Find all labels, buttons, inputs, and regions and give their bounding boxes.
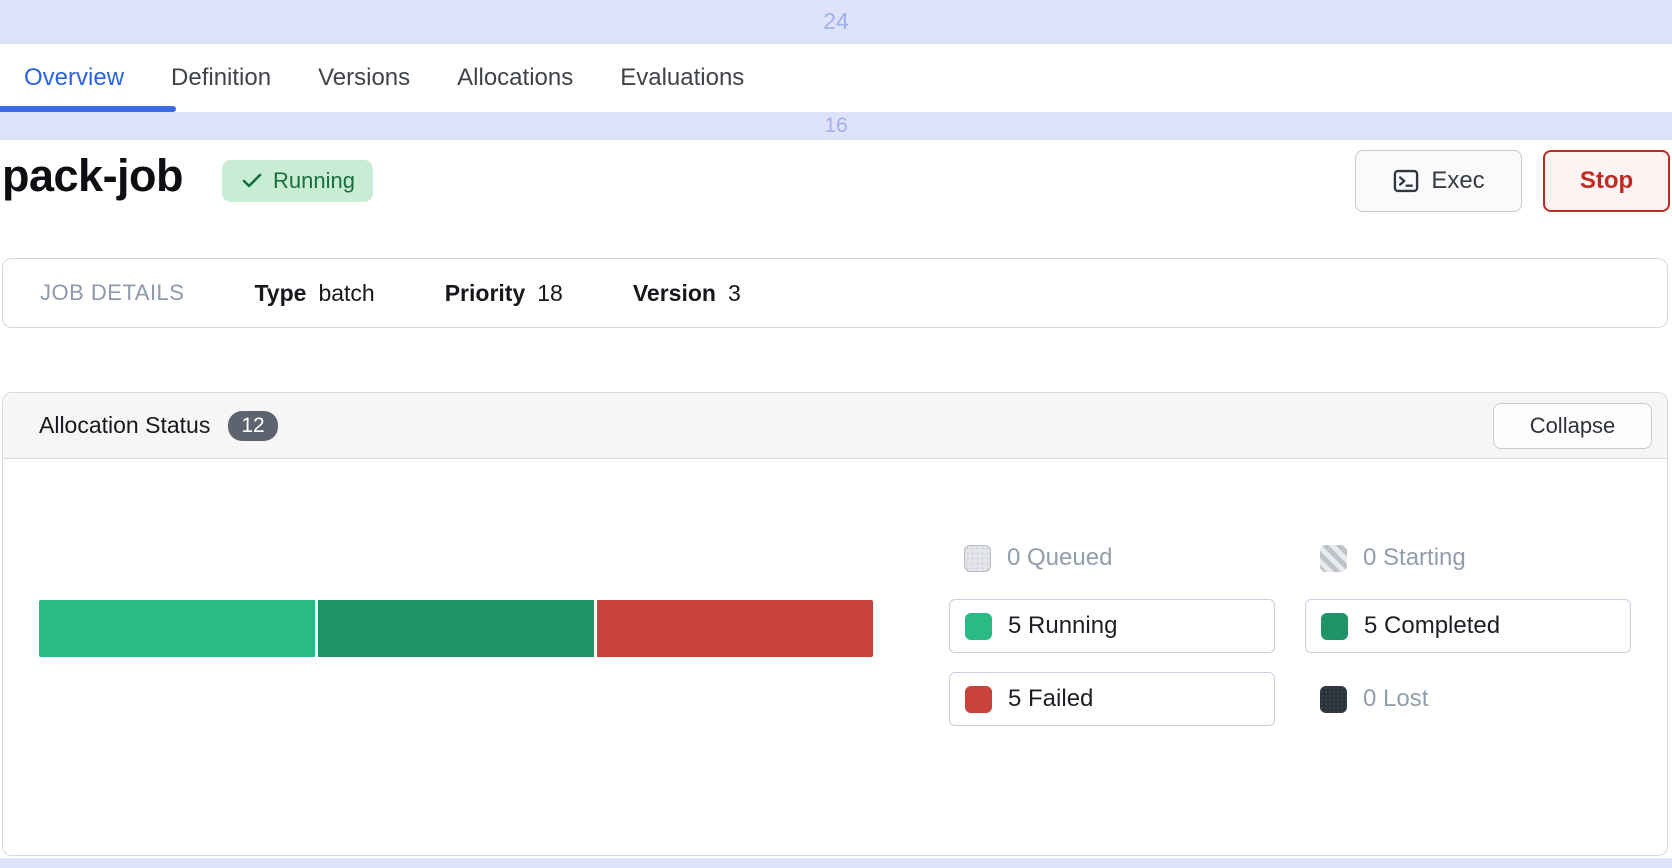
legend-label: 0 Queued: [1007, 544, 1112, 572]
spacing-value-top: 24: [823, 8, 849, 34]
allocation-status-header: Allocation Status 12 Collapse: [3, 393, 1667, 459]
legend-item-queued: 0 Queued: [949, 536, 1275, 580]
allocation-status-title: Allocation Status: [39, 412, 210, 439]
job-details-section-label: JOB DETAILS: [40, 280, 184, 306]
allocation-stacked-bar: [39, 600, 873, 657]
job-detail-label: Priority: [445, 280, 526, 307]
check-icon: [240, 169, 264, 193]
legend-item-starting: 0 Starting: [1305, 536, 1631, 580]
legend-label: 5 Completed: [1364, 612, 1500, 640]
tab-overview[interactable]: Overview: [24, 64, 124, 92]
status-badge-label: Running: [273, 168, 355, 194]
allocation-status-panel: Allocation Status 12 Collapse 0 Queued0 …: [2, 392, 1668, 856]
legend-item-completed[interactable]: 5 Completed: [1305, 599, 1631, 653]
status-badge: Running: [222, 160, 373, 202]
spacing-overlay-inner: 16: [0, 112, 1672, 140]
stop-button[interactable]: Stop: [1543, 150, 1670, 212]
job-detail-value: 3: [728, 280, 741, 307]
allocation-count-badge: 12: [228, 411, 277, 441]
spacing-overlay-top: 24: [0, 0, 1672, 44]
allocation-legend: 0 Queued 0 Starting 5 Running 5 Completed 5 …: [949, 536, 1631, 726]
job-detail-label: Version: [633, 280, 716, 307]
collapse-button-label: Collapse: [1530, 413, 1616, 439]
tab-evaluations[interactable]: Evaluations: [620, 64, 744, 92]
spacing-value-inner: 16: [824, 114, 847, 137]
job-detail-priority: Priority 18: [445, 280, 563, 307]
spacing-overlay-bottom: [0, 858, 1672, 868]
bar-segment-failed[interactable]: [597, 600, 873, 657]
job-detail-value: 18: [537, 280, 563, 307]
tab-definition[interactable]: Definition: [171, 64, 271, 92]
job-details-bar: JOB DETAILS Type batch Priority 18 Version 3: [2, 258, 1668, 328]
legend-item-failed[interactable]: 5 Failed: [949, 672, 1275, 726]
legend-swatch-lost-icon: [1320, 686, 1347, 713]
legend-item-running[interactable]: 5 Running: [949, 599, 1275, 653]
page-title: pack-job: [2, 150, 183, 202]
bar-segment-running[interactable]: [39, 600, 315, 657]
legend-item-lost: 0 Lost: [1305, 672, 1631, 726]
bar-segment-completed[interactable]: [318, 600, 594, 657]
legend-swatch-starting-icon: [1320, 545, 1347, 572]
legend-swatch-completed-icon: [1321, 613, 1348, 640]
job-detail-label: Type: [254, 280, 306, 307]
tab-versions[interactable]: Versions: [318, 64, 410, 92]
legend-label: 5 Running: [1008, 612, 1117, 640]
terminal-icon: [1392, 167, 1420, 195]
tab-allocations[interactable]: Allocations: [457, 64, 573, 92]
legend-label: 5 Failed: [1008, 685, 1093, 713]
job-detail-version: Version 3: [633, 280, 741, 307]
stop-button-label: Stop: [1580, 167, 1633, 195]
legend-label: 0 Starting: [1363, 544, 1466, 572]
job-tabbar: Overview Definition Versions Allocations Eva…: [0, 44, 1672, 112]
legend-swatch-queued-icon: [964, 545, 991, 572]
allocation-chart-area: 0 Queued 0 Starting 5 Running 5 Completed 5 …: [3, 460, 1667, 855]
legend-swatch-running-icon: [965, 613, 992, 640]
job-detail-type: Type batch: [254, 280, 374, 307]
legend-swatch-failed-icon: [965, 686, 992, 713]
collapse-button[interactable]: Collapse: [1493, 403, 1652, 449]
exec-button-label: Exec: [1431, 167, 1484, 195]
exec-button[interactable]: Exec: [1355, 150, 1522, 212]
legend-label: 0 Lost: [1363, 685, 1428, 713]
job-details-fields: Type batch Priority 18 Version 3: [184, 280, 740, 307]
job-detail-value: batch: [318, 280, 374, 307]
